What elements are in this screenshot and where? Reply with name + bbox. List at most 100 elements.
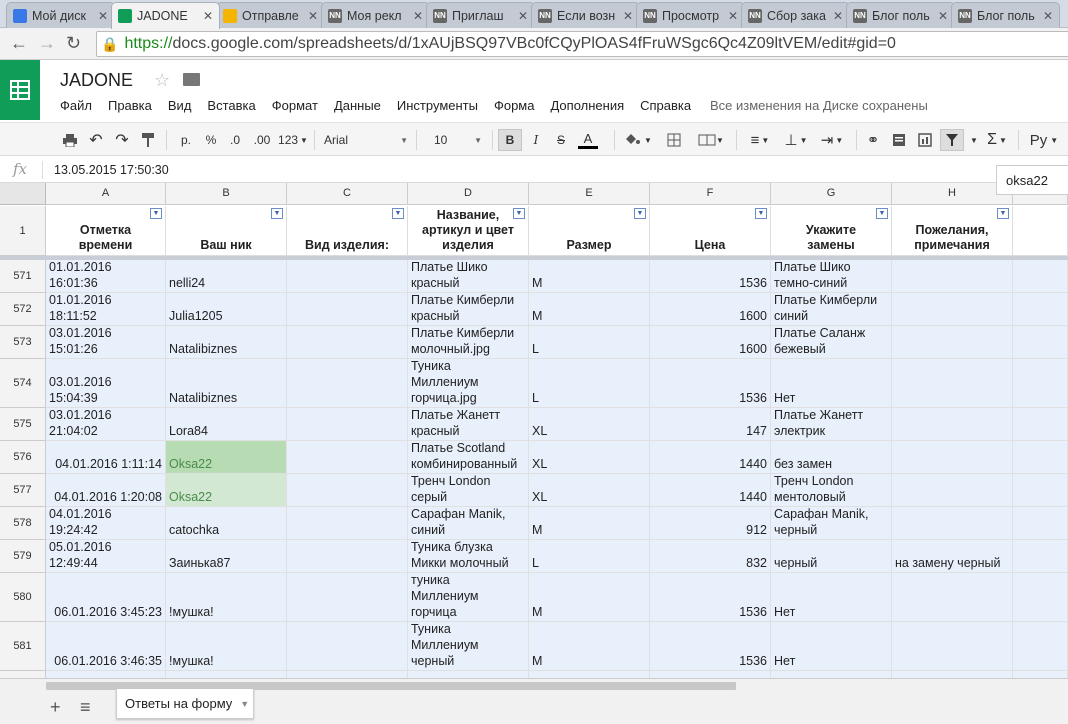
table-cell[interactable]: Oksa22 [166,441,287,474]
table-cell[interactable]: L [529,540,650,573]
chevron-down-icon[interactable]: ▼ [966,129,982,151]
table-cell[interactable] [287,573,408,622]
table-cell[interactable] [650,671,771,678]
currency-format-button[interactable]: р. [176,129,196,151]
table-cell[interactable]: Нет [771,359,892,408]
table-cell[interactable]: Сарафан Manik, синий [408,507,529,540]
menu-item[interactable]: Данные [334,98,381,113]
table-cell[interactable]: 1600 [650,293,771,326]
functions-button[interactable]: Σ ▼ [982,129,1012,151]
redo-icon[interactable]: ↷ [112,129,132,151]
row-header[interactable] [0,671,46,678]
table-cell[interactable]: Julia1205 [166,293,287,326]
table-cell[interactable]: 147 [650,408,771,441]
table-cell[interactable] [892,671,1013,678]
browser-tab[interactable]: JADONE ✕ [111,2,220,29]
table-cell[interactable] [287,622,408,671]
table-cell[interactable]: Тренч London серый [408,474,529,507]
browser-tab[interactable]: NN Блог поль ✕ [846,2,955,28]
table-cell[interactable]: M [529,293,650,326]
filter-dropdown-icon[interactable]: ▼ [634,208,646,219]
menu-item[interactable]: Справка [640,98,691,113]
input-language-button[interactable]: Ру ▼ [1024,129,1064,151]
table-cell[interactable]: Туника блузка Микки молочный [408,540,529,573]
add-sheet-button[interactable]: + [50,697,61,718]
table-cell[interactable]: 04.01.2016 1:20:08 [46,474,166,507]
undo-icon[interactable]: ↶ [86,129,106,151]
column-title[interactable]: Отметка времени ▼ [46,206,166,256]
table-cell[interactable]: M [529,622,650,671]
table-cell[interactable]: Lora84 [166,408,287,441]
column-title[interactable]: Пожелания, примечания ▼ [892,206,1013,256]
table-cell[interactable]: 1440 [650,474,771,507]
chevron-down-icon[interactable]: ▼ [240,699,249,709]
table-cell[interactable]: Платье Шико темно-синий [771,260,892,293]
menu-item[interactable]: Формат [272,98,318,113]
table-cell[interactable]: Natalibiznes [166,359,287,408]
table-cell[interactable] [287,408,408,441]
table-cell[interactable] [892,441,1013,474]
fill-color-icon[interactable]: ▼ [622,129,654,151]
close-icon[interactable]: ✕ [623,9,633,23]
borders-icon[interactable] [660,129,688,151]
row-header[interactable]: 575 [0,408,46,441]
merge-cells-icon[interactable]: ▼ [694,129,728,151]
table-cell[interactable] [892,326,1013,359]
table-cell[interactable] [892,260,1013,293]
close-icon[interactable]: ✕ [728,9,738,23]
menu-item[interactable]: Инструменты [397,98,478,113]
menu-item[interactable]: Правка [108,98,152,113]
document-title[interactable]: JADONE [60,70,133,91]
table-cell[interactable] [287,260,408,293]
table-cell[interactable]: Natalibiznes [166,326,287,359]
back-icon[interactable]: ← [10,33,28,54]
table-cell[interactable]: Платье Жанетт электрик [771,408,892,441]
table-cell[interactable] [771,671,892,678]
menu-item[interactable]: Дополнения [550,98,624,113]
menu-item[interactable]: Вставка [207,98,255,113]
row-header[interactable]: 574 [0,359,46,408]
column-header[interactable]: G [771,183,892,205]
filter-dropdown-icon[interactable]: ▼ [513,208,525,219]
table-cell[interactable] [287,293,408,326]
table-cell[interactable]: Платье Ворот [408,671,529,678]
row-header[interactable]: 577 [0,474,46,507]
filter-dropdown-icon[interactable]: ▼ [997,208,1009,219]
table-cell[interactable]: без замен [771,441,892,474]
browser-tab[interactable]: NN Сбор зака ✕ [741,2,850,28]
filter-dropdown-icon[interactable]: ▼ [392,208,404,219]
column-header[interactable]: D [408,183,529,205]
align-icon[interactable]: ≡ ▼ [744,129,776,151]
folder-icon[interactable] [183,73,200,86]
sheets-logo-icon[interactable] [0,60,40,120]
table-cell[interactable] [287,507,408,540]
column-title[interactable]: Название, артикул и цвет изделия ▼ [408,206,529,256]
table-cell[interactable]: 06.01.2016 3:46:35 [46,622,166,671]
table-cell[interactable] [892,507,1013,540]
table-cell[interactable]: !мушка! [166,622,287,671]
row-header[interactable]: 578 [0,507,46,540]
table-cell[interactable]: Туника Миллениум горчица.jpg [408,359,529,408]
font-select[interactable]: Arial ▼ [320,129,412,151]
close-icon[interactable]: ✕ [413,9,423,23]
table-cell[interactable]: 1536 [650,260,771,293]
table-cell[interactable]: nelli24 [166,260,287,293]
table-cell[interactable]: M [529,573,650,622]
browser-tab[interactable]: NN Просмотр ✕ [636,2,745,28]
close-icon[interactable]: ✕ [1043,9,1053,23]
column-header[interactable]: H [892,183,1013,205]
table-cell[interactable] [287,540,408,573]
column-header[interactable]: B [166,183,287,205]
table-cell[interactable]: 832 [650,540,771,573]
vertical-align-icon[interactable]: ⊥ ▼ [780,129,812,151]
text-color-button[interactable]: A [575,129,601,151]
table-cell[interactable] [892,474,1013,507]
decrease-decimal-button[interactable]: .0 [224,129,246,151]
table-cell[interactable]: Платье Саланж бежевый [771,326,892,359]
close-icon[interactable]: ✕ [98,9,108,23]
column-title[interactable]: Вид изделия: ▼ [287,206,408,256]
table-cell[interactable]: 01.01.2016 16:01:36 [46,260,166,293]
print-icon[interactable] [60,129,80,151]
browser-tab[interactable]: NN Блог поль ✕ [951,2,1060,28]
all-sheets-button[interactable]: ≡ [80,697,91,718]
